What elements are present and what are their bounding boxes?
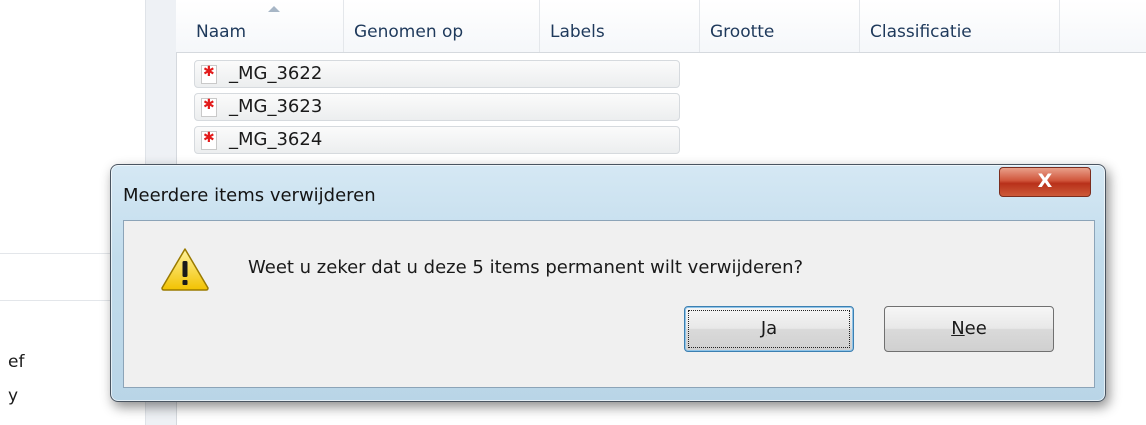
column-label: Labels	[550, 22, 605, 42]
column-label: Classificatie	[870, 22, 972, 42]
no-button-mnemonic: N	[951, 318, 965, 339]
dialog-title: Meerdere items verwijderen	[123, 185, 376, 206]
yes-button[interactable]: Ja	[684, 306, 854, 352]
column-label: Grootte	[710, 22, 775, 42]
file-row[interactable]: _MG_3624	[194, 126, 680, 154]
no-button[interactable]: Nee	[884, 306, 1054, 352]
close-icon: X	[1037, 170, 1053, 192]
raw-image-file-icon	[201, 97, 217, 117]
column-header-bar: Naam Genomen op Labels Grootte Classific…	[176, 0, 1146, 53]
file-name: _MG_3623	[229, 96, 323, 117]
column-header-grootte[interactable]: Grootte	[700, 0, 860, 52]
delete-confirmation-dialog: Meerdere items verwijderen X Weet u zeke…	[110, 164, 1106, 402]
raw-image-file-icon	[201, 130, 217, 150]
column-label: Genomen op	[354, 22, 464, 42]
file-name: _MG_3624	[229, 129, 323, 150]
warning-icon	[161, 248, 209, 291]
dialog-message: Weet u zeker dat u deze 5 items permanen…	[248, 257, 804, 278]
explorer-window: ef y Naam Genomen op Labels Grootte Clas…	[0, 0, 1146, 425]
file-row[interactable]: _MG_3623	[194, 93, 680, 121]
raw-image-file-icon	[201, 64, 217, 84]
close-button[interactable]: X	[999, 167, 1091, 197]
column-header-classificatie[interactable]: Classificatie	[860, 0, 1060, 52]
file-name: _MG_3622	[229, 63, 323, 84]
column-header-labels[interactable]: Labels	[540, 0, 700, 52]
file-row[interactable]: _MG_3622	[194, 60, 680, 88]
dialog-content: Weet u zeker dat u deze 5 items permanen…	[123, 220, 1095, 388]
focus-rectangle	[688, 310, 850, 348]
no-button-label: ee	[964, 318, 987, 339]
column-header-genomen-op[interactable]: Genomen op	[344, 0, 540, 52]
sort-ascending-icon	[268, 6, 280, 12]
nav-item-label[interactable]: y	[8, 386, 18, 406]
nav-item-label[interactable]: ef	[8, 352, 24, 372]
column-header-naam[interactable]: Naam	[186, 0, 344, 52]
column-label: Naam	[196, 22, 247, 42]
